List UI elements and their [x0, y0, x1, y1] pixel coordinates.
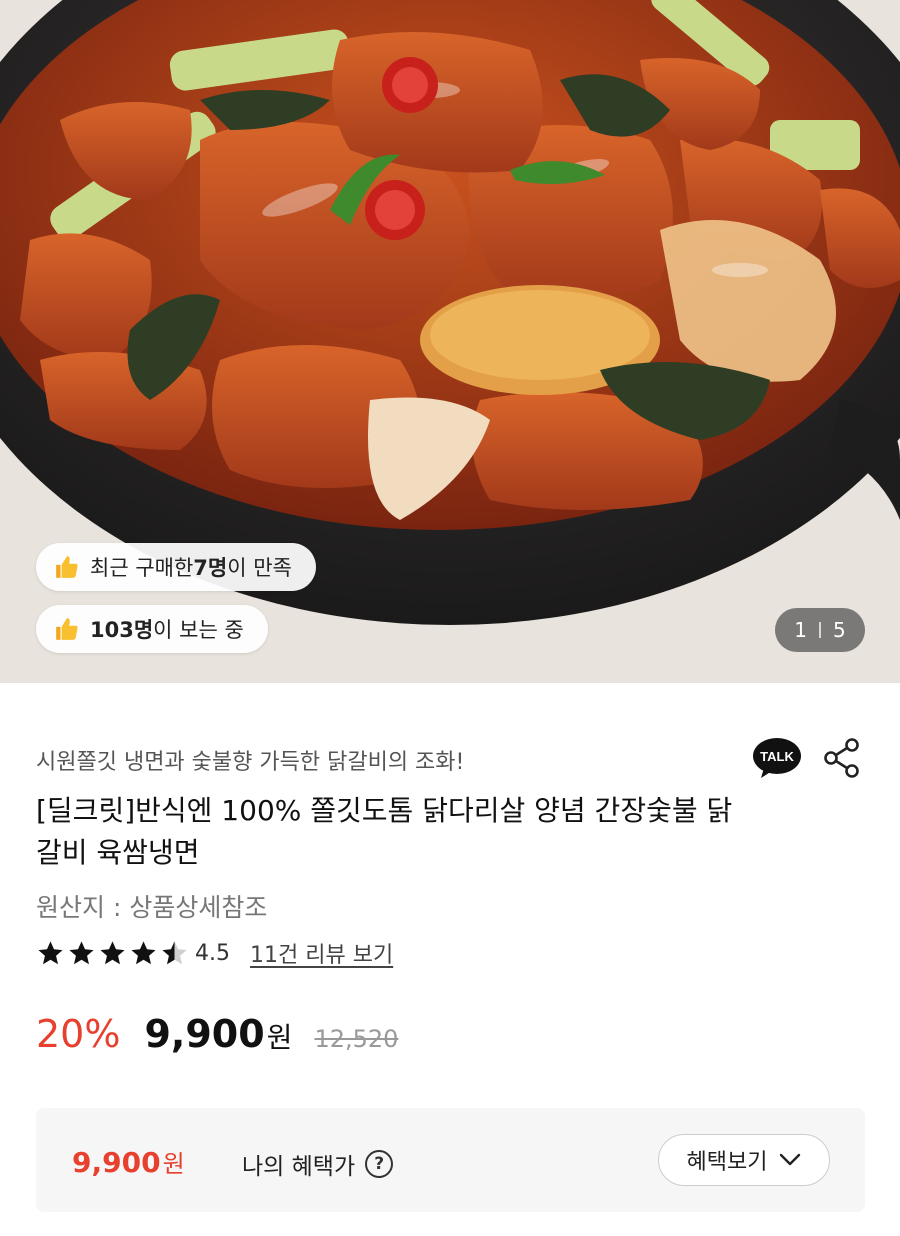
thumbs-up-icon: [56, 618, 78, 640]
rating-row: 4.5 11건 리뷰 보기: [36, 936, 393, 970]
sale-currency: 원: [266, 1021, 293, 1054]
product-title: [딜크릿]반식엔 100% 쫄깃도톰 닭다리살 양념 간장숯불 닭갈비 육쌈냉면: [36, 794, 733, 869]
badge-viewing-count: 103명: [90, 618, 154, 642]
talk-label: TALK: [760, 749, 794, 764]
chevron-down-icon: [780, 1153, 801, 1166]
view-benefits-button[interactable]: 혜택보기: [658, 1134, 830, 1186]
star-rating: [36, 939, 189, 968]
review-link[interactable]: 11건 리뷰 보기: [250, 937, 393, 969]
star-full-icon: [38, 940, 63, 964]
benefit-label: 나의 혜택가: [242, 1154, 356, 1180]
benefit-price: 9,900원: [72, 1144, 185, 1179]
price-row: 20% 9,900 원 12,520: [36, 1012, 398, 1056]
star-full-icon: [69, 940, 94, 964]
star-full-icon: [131, 940, 156, 964]
help-icon[interactable]: ?: [365, 1150, 394, 1178]
kakao-talk-button[interactable]: TALK: [752, 736, 802, 780]
share-icon: [824, 738, 859, 778]
product-image-carousel[interactable]: 최근 구매한 7명 이 만족 103명 이 보는 중 1 5: [0, 0, 900, 683]
original-price: 12,520: [314, 1025, 399, 1053]
thumbs-up-icon: [56, 556, 78, 578]
badge-recent-prefix: 최근 구매한: [90, 556, 194, 580]
sale-price: 9,900: [144, 1012, 265, 1056]
viewing-now-badge: 103명 이 보는 중: [36, 605, 268, 653]
benefit-price-box: 9,900원 나의 혜택가 ? 혜택보기: [36, 1108, 865, 1212]
badge-recent-suffix: 이 만족: [227, 556, 292, 580]
badge-viewing-suffix: 이 보는 중: [153, 618, 244, 642]
share-button[interactable]: [822, 736, 862, 780]
counter-current: 1: [794, 618, 807, 642]
badge-recent-count: 7명: [193, 556, 228, 580]
image-page-counter: 1 5: [775, 608, 865, 652]
star-full-icon: [100, 940, 125, 964]
benefit-label-group: 나의 혜택가 ?: [242, 1147, 394, 1181]
benefit-price-value: 9,900: [72, 1146, 161, 1179]
discount-rate: 20%: [36, 1012, 121, 1056]
view-benefits-label: 혜택보기: [686, 1150, 768, 1175]
product-subtitle: 시원쫄깃 냉면과 숯불향 가득한 닭갈비의 조화!: [36, 750, 465, 775]
recent-satisfaction-badge: 최근 구매한 7명 이 만족: [36, 543, 316, 591]
benefit-currency: 원: [162, 1150, 185, 1178]
star-half-icon: [162, 940, 187, 964]
counter-total: 5: [833, 618, 846, 642]
rating-score: 4.5: [195, 940, 230, 966]
talk-bubble-icon: TALK: [753, 738, 801, 778]
origin-info: 원산지 : 상품상세참조: [36, 893, 268, 922]
counter-separator: [819, 622, 821, 638]
